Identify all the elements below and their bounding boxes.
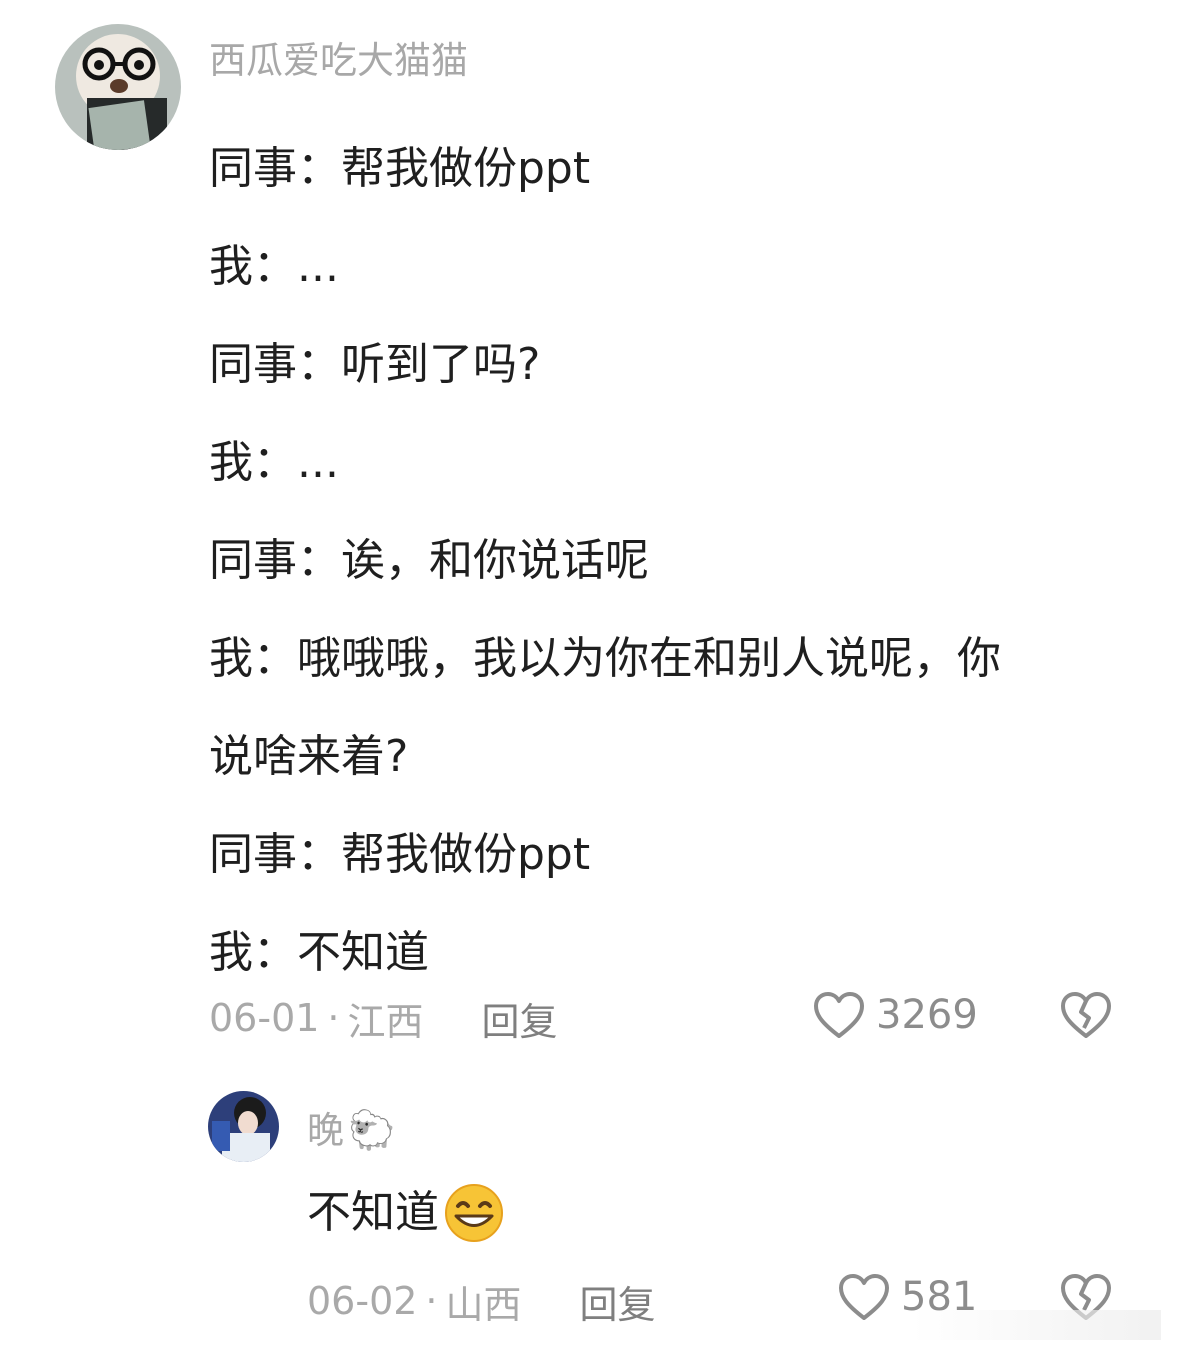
main-comment-body: 同事：帮我做份ppt 我：... 同事：听到了吗? 我：... 同事：诶，和你说…: [209, 120, 1109, 1002]
comment-line: 同事：帮我做份ppt: [209, 143, 591, 194]
reply-text: 不知道: [307, 1187, 439, 1238]
reply-comment-body: 不知道: [307, 1178, 507, 1248]
comment-date: 06-02: [307, 1279, 418, 1323]
comment-line: 我：不知道: [209, 927, 429, 978]
dislike-button[interactable]: [1059, 990, 1113, 1040]
reply-button[interactable]: 回复: [482, 991, 558, 1046]
comment-line: 同事：诶，和你说话呢: [209, 535, 649, 586]
comment-line: 说啥来着?: [209, 731, 409, 782]
broken-heart-icon: [1061, 992, 1111, 1038]
sheep-icon: 🐑: [348, 1108, 396, 1152]
reply-button[interactable]: 回复: [580, 1274, 656, 1329]
meta-separator: ·: [327, 996, 340, 1040]
main-user-avatar[interactable]: [55, 24, 181, 150]
comment-line: 同事：帮我做份ppt: [209, 829, 591, 880]
comment-line: 我：哦哦哦，我以为你在和别人说呢，你: [209, 633, 1001, 684]
watermark-overlay: [911, 1310, 1161, 1340]
main-comment-meta: 06-01 · 江西 回复: [209, 991, 558, 1046]
like-count: 3269: [876, 992, 978, 1038]
comment-line: 同事：听到了吗?: [209, 339, 541, 390]
like-button[interactable]: 3269: [812, 990, 978, 1040]
heart-outline-icon: [814, 992, 864, 1038]
grinning-face-icon: [445, 1184, 503, 1242]
reply-username-text: 晚: [307, 1108, 344, 1152]
heart-outline-icon: [839, 1274, 889, 1320]
reply-username[interactable]: 晚 🐑: [307, 1111, 395, 1149]
comment-line: 我：...: [209, 437, 339, 488]
comment-location: 江西: [347, 999, 424, 1044]
comment-location: 山西: [445, 1282, 522, 1327]
main-username[interactable]: 西瓜爱吃大猫猫: [209, 42, 468, 79]
meta-separator: ·: [425, 1279, 438, 1323]
reply-user-avatar[interactable]: [208, 1091, 279, 1162]
comment-date: 06-01: [209, 996, 320, 1040]
comment-line: 我：...: [209, 241, 339, 292]
reply-comment-meta: 06-02 · 山西 回复: [307, 1274, 656, 1329]
